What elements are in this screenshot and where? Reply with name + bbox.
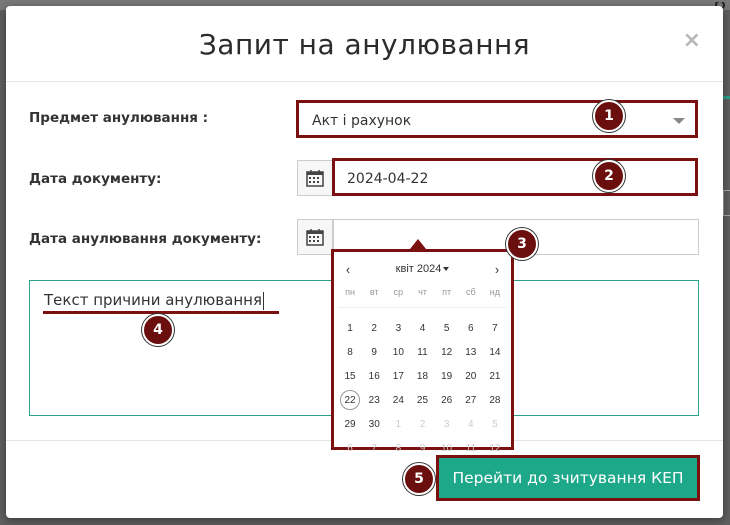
doc-date-input[interactable]: 2024-04-22 — [332, 158, 698, 196]
calendar-day-other-month: 10 — [441, 442, 453, 454]
step-badge-3: 3 — [506, 228, 538, 260]
calendar-day-other-month: 11 — [465, 442, 476, 454]
cancel-date-calendar-button[interactable] — [297, 219, 333, 255]
calendar-day-other-month: 6 — [347, 442, 353, 454]
calendar-day[interactable]: 27 — [459, 388, 483, 412]
calendar-day[interactable]: 18 — [410, 364, 434, 388]
calendar-day-other-month: 12 — [489, 442, 501, 454]
calendar-day[interactable]: 20 — [459, 364, 483, 388]
background-accent-line — [722, 96, 730, 99]
calendar-day[interactable]: 28 — [483, 388, 507, 412]
subject-select[interactable]: Акт і рахунок — [296, 100, 698, 138]
doc-date-value: 2024-04-22 — [347, 171, 429, 187]
weekday-label: пт — [442, 287, 452, 297]
weekday-label: нд — [489, 287, 501, 297]
datepicker-divider — [338, 307, 507, 308]
calendar-day[interactable]: 16 — [362, 364, 386, 388]
calendar-icon — [306, 229, 324, 246]
calendar-day[interactable]: 19 — [435, 364, 459, 388]
calendar-day[interactable]: 11 — [410, 340, 434, 364]
submit-kep-button[interactable]: Перейти до зчитування КЕП — [436, 455, 700, 501]
subject-select-value: Акт і рахунок — [312, 113, 412, 129]
weekday-label: сб — [465, 287, 476, 297]
datepicker-month-switch[interactable]: квіт 2024 — [334, 263, 511, 275]
calendar-day[interactable]: 7 — [483, 316, 507, 340]
calendar-day[interactable]: 22 — [338, 388, 362, 412]
calendar-day-other-month: 3 — [443, 418, 450, 430]
datepicker-days: 1 2 3 4 5 6 7 8 9 10 11 12 13 14 15 16 17 18 19 20 21 22 23 24 2… — [338, 316, 507, 460]
cancellation-request-modal: Запит на анулювання × Предмет анулювання… — [6, 6, 723, 518]
weekday-label: вт — [369, 287, 379, 297]
step-badge-5: 5 — [403, 463, 435, 495]
reason-text: Текст причини анулювання — [44, 291, 264, 310]
datepicker-header: ‹ квіт 2024 › — [334, 262, 511, 278]
calendar-day[interactable]: 24 — [386, 388, 410, 412]
cancel-date-label: Дата анулювання документу: — [29, 231, 262, 247]
calendar-day[interactable]: 15 — [338, 364, 362, 388]
datepicker-weekdays: пн вт ср чт пт сб нд — [338, 287, 507, 297]
calendar-day[interactable]: 4 — [410, 316, 434, 340]
calendar-day[interactable]: 26 — [435, 388, 459, 412]
calendar-day[interactable]: 6 — [459, 316, 483, 340]
step-badge-2: 2 — [593, 160, 625, 192]
calendar-day[interactable]: 1 — [338, 316, 362, 340]
calendar-day[interactable]: 30 — [362, 412, 386, 436]
step-badge-4: 4 — [142, 314, 174, 346]
step-badge-1: 1 — [593, 100, 625, 132]
calendar-day[interactable]: 17 — [386, 364, 410, 388]
weekday-label: чт — [418, 287, 427, 297]
calendar-day[interactable]: 3 — [386, 316, 410, 340]
calendar-day-other-month: 4 — [467, 418, 474, 430]
background-field — [723, 190, 730, 216]
doc-date-calendar-button[interactable] — [297, 160, 333, 196]
chevron-right-icon[interactable]: › — [489, 262, 505, 277]
modal-header: Запит на анулювання × — [6, 6, 723, 82]
calendar-day-other-month: 2 — [419, 418, 426, 430]
datepicker: ‹ квіт 2024 › пн вт ср чт пт сб нд 1 2 3 4 5 6 7 8 9 10… — [331, 249, 514, 454]
calendar-day[interactable]: 12 — [435, 340, 459, 364]
calendar-day[interactable]: 2 — [362, 316, 386, 340]
calendar-day-other-month: 9 — [419, 442, 426, 454]
calendar-day[interactable]: 5 — [435, 316, 459, 340]
calendar-day[interactable]: 23 — [362, 388, 386, 412]
calendar-day[interactable]: 10 — [386, 340, 410, 364]
weekday-label: ср — [393, 287, 404, 297]
calendar-day[interactable]: 14 — [483, 340, 507, 364]
calendar-day[interactable]: 8 — [338, 340, 362, 364]
calendar-day-other-month: 7 — [371, 442, 377, 454]
calendar-day[interactable]: 25 — [410, 388, 434, 412]
calendar-day-other-month: 1 — [395, 418, 402, 430]
calendar-icon — [306, 170, 324, 187]
close-icon[interactable]: × — [683, 28, 701, 53]
calendar-day-other-month: 8 — [395, 442, 402, 454]
calendar-day-other-month: 5 — [492, 418, 498, 430]
doc-date-label: Дата документу: — [29, 171, 162, 187]
calendar-day[interactable]: 9 — [362, 340, 386, 364]
caret-down-icon — [443, 267, 450, 272]
chevron-down-icon — [673, 118, 685, 124]
calendar-day[interactable]: 21 — [483, 364, 507, 388]
datepicker-pointer — [410, 239, 426, 249]
weekday-label: пн — [345, 287, 355, 297]
modal-title: Запит на анулювання — [198, 28, 531, 61]
calendar-day[interactable]: 13 — [459, 340, 483, 364]
subject-label: Предмет анулювання : — [29, 110, 209, 126]
text-cursor — [262, 291, 264, 310]
calendar-day[interactable]: 29 — [338, 412, 362, 436]
